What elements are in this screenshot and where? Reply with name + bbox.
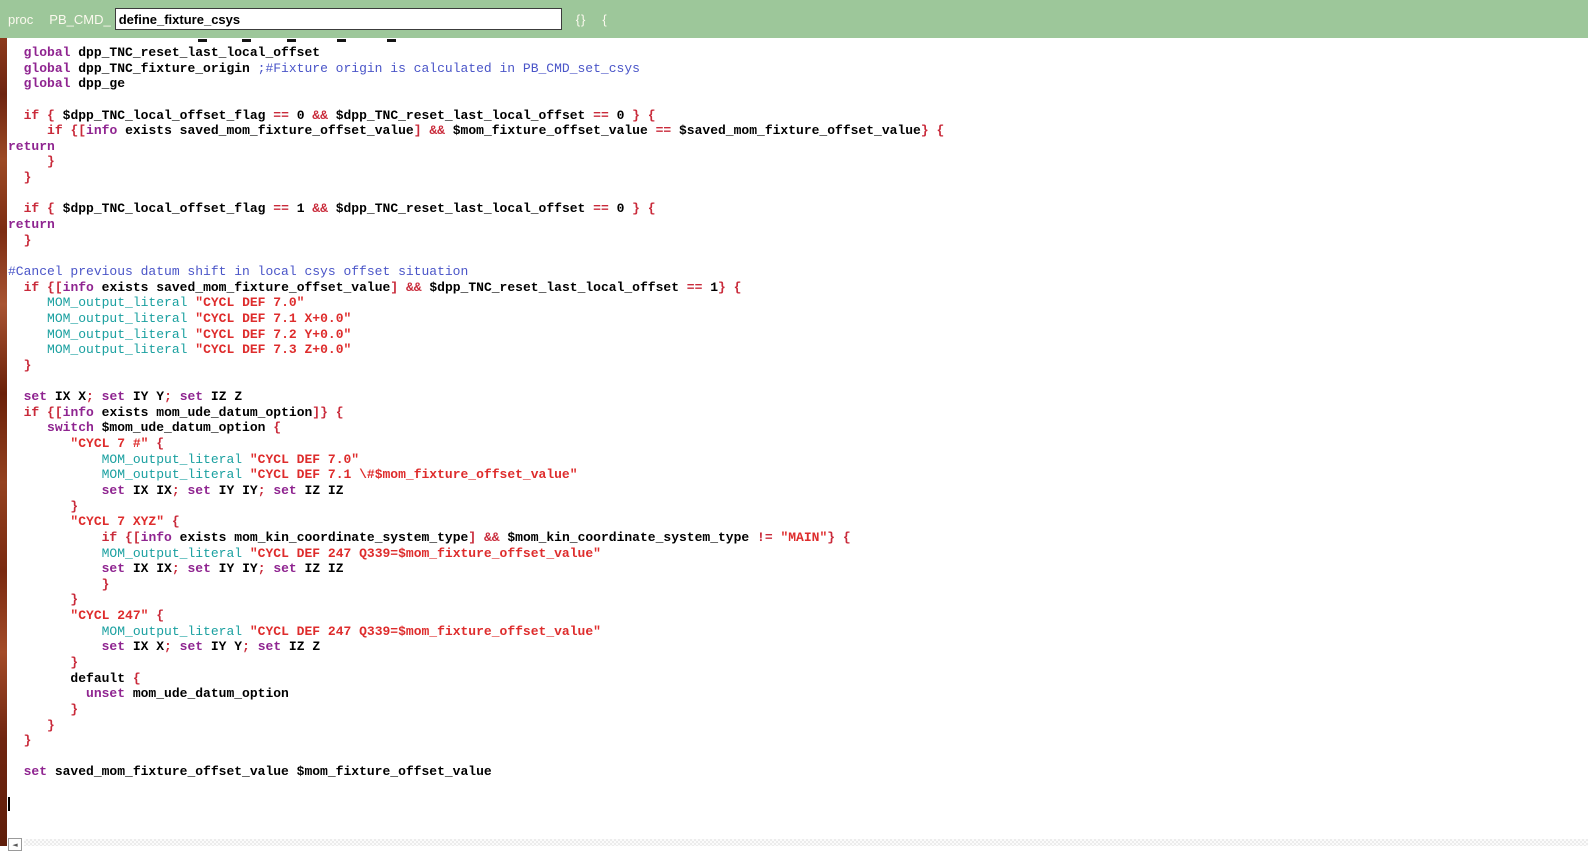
code-line: MOM_output_literal "CYCL DEF 7.1 X+0.0": [8, 311, 1588, 327]
code-line: global dpp_TNC_fixture_origin ;#Fixture …: [8, 61, 1588, 77]
code-line: #Cancel previous datum shift in local cs…: [8, 264, 1588, 280]
code-editor[interactable]: global dpp_TNC_reset_last_local_offset g…: [8, 38, 1588, 837]
scroll-left-arrow-icon[interactable]: ◄: [8, 838, 22, 851]
code-line: }: [8, 154, 1588, 170]
horizontal-scrollbar[interactable]: ◄: [8, 837, 1588, 846]
proc-keyword-label: proc: [8, 12, 33, 27]
code-line: [8, 186, 1588, 202]
code-line: [8, 780, 1588, 796]
code-line: [8, 796, 1588, 812]
clipped-text-fragment: [242, 39, 251, 42]
code-line: MOM_output_literal "CYCL DEF 7.3 Z+0.0": [8, 342, 1588, 358]
clipped-text-fragment: [198, 39, 207, 42]
code-line: if {[info exists mom_kin_coordinate_syst…: [8, 530, 1588, 546]
code-line: if {[info exists saved_mom_fixture_offse…: [8, 280, 1588, 296]
proc-name-input[interactable]: [115, 8, 562, 30]
code-line: "CYCL 7 XYZ" {: [8, 514, 1588, 530]
code-line: MOM_output_literal "CYCL DEF 7.0": [8, 452, 1588, 468]
code-line: return: [8, 139, 1588, 155]
clipped-text-fragment: [337, 39, 346, 42]
code-line: unset mom_ude_datum_option: [8, 686, 1588, 702]
proc-header-bar: proc PB_CMD_ {} {: [0, 0, 1588, 38]
proc-args-braces-label: {}: [576, 12, 587, 27]
code-line: }: [8, 358, 1588, 374]
code-line: [8, 749, 1588, 765]
code-line: [8, 92, 1588, 108]
code-line: global dpp_ge: [8, 76, 1588, 92]
code-line: }: [8, 170, 1588, 186]
scrollbar-track[interactable]: [24, 839, 1588, 846]
code-line: [8, 373, 1588, 389]
code-line: set IX IX; set IY IY; set IZ IZ: [8, 483, 1588, 499]
code-line: set IX X; set IY Y; set IZ Z: [8, 639, 1588, 655]
code-line: }: [8, 577, 1588, 593]
desktop-background-strip: [0, 38, 7, 846]
code-line: if {[info exists saved_mom_fixture_offse…: [8, 123, 1588, 139]
code-line: global dpp_TNC_reset_last_local_offset: [8, 45, 1588, 61]
code-line: return: [8, 217, 1588, 233]
code-line: set IX X; set IY Y; set IZ Z: [8, 389, 1588, 405]
code-line: [8, 248, 1588, 264]
code-line: switch $mom_ude_datum_option {: [8, 420, 1588, 436]
proc-open-brace-label: {: [602, 12, 606, 27]
code-line: if { $dpp_TNC_local_offset_flag == 0 && …: [8, 108, 1588, 124]
code-line: set IX IX; set IY IY; set IZ IZ: [8, 561, 1588, 577]
code-line: MOM_output_literal "CYCL DEF 247 Q339=$m…: [8, 624, 1588, 640]
code-line: "CYCL 247" {: [8, 608, 1588, 624]
code-line: MOM_output_literal "CYCL DEF 247 Q339=$m…: [8, 546, 1588, 562]
code-line: }: [8, 499, 1588, 515]
clipped-text-fragment: [387, 39, 396, 42]
code-line: }: [8, 702, 1588, 718]
code-line: MOM_output_literal "CYCL DEF 7.1 \#$mom_…: [8, 467, 1588, 483]
code-line: set saved_mom_fixture_offset_value $mom_…: [8, 764, 1588, 780]
text-caret: [8, 797, 10, 811]
code-line: if { $dpp_TNC_local_offset_flag == 1 && …: [8, 201, 1588, 217]
code-line: MOM_output_literal "CYCL DEF 7.2 Y+0.0": [8, 327, 1588, 343]
code-line: MOM_output_literal "CYCL DEF 7.0": [8, 295, 1588, 311]
code-line: if {[info exists mom_ude_datum_option]} …: [8, 405, 1588, 421]
code-line: }: [8, 233, 1588, 249]
code-line: "CYCL 7 #" {: [8, 436, 1588, 452]
code-line: default {: [8, 671, 1588, 687]
code-line: }: [8, 718, 1588, 734]
proc-prefix-label: PB_CMD_: [49, 12, 110, 27]
code-line: }: [8, 733, 1588, 749]
clipped-text-fragment: [287, 39, 296, 42]
code-line: }: [8, 655, 1588, 671]
code-line: }: [8, 592, 1588, 608]
